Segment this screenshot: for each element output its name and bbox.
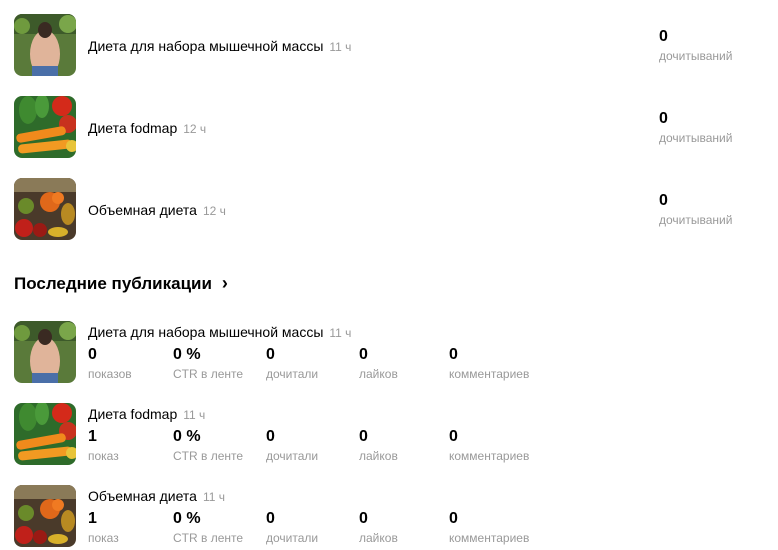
stat-value: 0	[359, 510, 368, 527]
reads-label: дочитываний	[659, 213, 733, 227]
stat-value: 0	[449, 346, 458, 363]
stat-likes: 0 лайков	[359, 346, 398, 382]
stat-label: показ	[88, 531, 119, 545]
top-article-row[interactable]: Объемная диета 12 ч 0 дочитываний	[14, 178, 764, 242]
publication-title-line[interactable]: Объемная диета 11 ч	[88, 488, 225, 504]
stat-impressions: 1 показ	[88, 428, 119, 464]
stat-value: 0	[449, 510, 458, 527]
top-article-row[interactable]: Диета для набора мышечной массы 11 ч 0 до…	[14, 14, 764, 78]
stat-label: лайков	[359, 367, 398, 381]
article-thumbnail[interactable]	[14, 14, 76, 76]
vegetables-photo-image	[14, 96, 76, 158]
stat-label: комментариев	[449, 531, 530, 545]
publication-row[interactable]: Объемная диета 11 ч 1 показ 0 % CTR в ленте…	[14, 485, 764, 549]
stat-label: дочитали	[266, 367, 319, 381]
publication-age: 11 ч	[329, 326, 352, 340]
stat-label: CTR в ленте	[173, 449, 244, 463]
top-article-row[interactable]: Диета fodmap 12 ч 0 дочитываний	[14, 96, 764, 160]
stat-read-through: 0 дочитали	[266, 428, 318, 464]
stat-read-through: 0 дочитали	[266, 510, 318, 546]
stat-comments: 0 комментариев	[449, 346, 529, 382]
reads-label: дочитываний	[659, 131, 733, 145]
stat-comments: 0 комментариев	[449, 510, 529, 546]
stat-value: 0 %	[173, 346, 201, 363]
stat-ctr: 0 % CTR в ленте	[173, 428, 243, 464]
stat-label: CTR в ленте	[173, 367, 244, 381]
reads-stat: 0 дочитываний	[659, 28, 732, 64]
article-age: 12 ч	[183, 122, 207, 136]
article-thumbnail[interactable]	[14, 96, 76, 158]
publication-age: 11 ч	[183, 408, 206, 422]
stat-label: комментариев	[449, 367, 530, 381]
stat-ctr: 0 % CTR в ленте	[173, 510, 243, 546]
stat-value: 0	[266, 510, 275, 527]
stat-value: 1	[88, 428, 97, 445]
recent-publications-header[interactable]: Последние публикации ›	[14, 274, 228, 294]
publication-title-line[interactable]: Диета fodmap 11 ч	[88, 406, 205, 422]
publication-thumbnail[interactable]	[14, 403, 76, 465]
stat-value: 0	[359, 346, 368, 363]
article-age: 11 ч	[329, 40, 352, 54]
stat-label: CTR в ленте	[173, 531, 244, 545]
stat-value: 0 %	[173, 510, 201, 527]
stat-impressions: 0 показов	[88, 346, 132, 382]
back-photo-image	[14, 321, 76, 383]
publication-title-line[interactable]: Диета для набора мышечной массы 11 ч	[88, 324, 351, 340]
publication-title[interactable]: Диета для набора мышечной массы	[88, 324, 323, 340]
publication-row[interactable]: Диета fodmap 11 ч 1 показ 0 % CTR в ленте 0…	[14, 403, 764, 467]
stat-impressions: 1 показ	[88, 510, 119, 546]
stat-value: 0	[359, 428, 368, 445]
stat-value: 1	[88, 510, 97, 527]
stat-likes: 0 лайков	[359, 510, 398, 546]
produce-photo-image	[14, 485, 76, 547]
reads-stat: 0 дочитываний	[659, 192, 732, 228]
publication-row[interactable]: Диета для набора мышечной массы 11 ч 0 пок…	[14, 321, 764, 385]
article-title[interactable]: Объемная диета	[88, 202, 197, 218]
stat-comments: 0 комментариев	[449, 428, 529, 464]
article-thumbnail[interactable]	[14, 178, 76, 240]
reads-value: 0	[659, 192, 668, 209]
back-photo-image	[14, 14, 76, 76]
chevron-right-icon[interactable]: ›	[222, 274, 228, 292]
stat-label: лайков	[359, 531, 398, 545]
stat-label: дочитали	[266, 449, 319, 463]
stat-value: 0	[449, 428, 458, 445]
publication-title[interactable]: Объемная диета	[88, 488, 197, 504]
produce-photo-image	[14, 178, 76, 240]
reads-value: 0	[659, 110, 668, 127]
stat-label: дочитали	[266, 531, 319, 545]
stat-value: 0 %	[173, 428, 201, 445]
article-age: 12 ч	[202, 204, 226, 218]
article-title-line[interactable]: Объемная диета 12 ч	[88, 202, 226, 218]
stat-label: комментариев	[449, 449, 530, 463]
stat-label: показ	[88, 449, 119, 463]
reads-value: 0	[659, 28, 668, 45]
stat-ctr: 0 % CTR в ленте	[173, 346, 243, 382]
stat-value: 0	[88, 346, 97, 363]
reads-stat: 0 дочитываний	[659, 110, 732, 146]
article-title[interactable]: Диета fodmap	[88, 120, 177, 136]
article-title[interactable]: Диета для набора мышечной массы	[88, 38, 323, 54]
article-title-line[interactable]: Диета fodmap 12 ч	[88, 120, 206, 136]
publication-thumbnail[interactable]	[14, 321, 76, 383]
stat-value: 0	[266, 346, 275, 363]
article-title-line[interactable]: Диета для набора мышечной массы 11 ч	[88, 38, 351, 54]
vegetables-photo-image	[14, 403, 76, 465]
stat-value: 0	[266, 428, 275, 445]
reads-label: дочитываний	[659, 49, 733, 63]
stat-label: показов	[88, 367, 132, 381]
publication-title[interactable]: Диета fodmap	[88, 406, 177, 422]
stat-read-through: 0 дочитали	[266, 346, 318, 382]
publication-age: 11 ч	[202, 490, 225, 504]
section-title[interactable]: Последние публикации	[14, 274, 212, 294]
stat-label: лайков	[359, 449, 398, 463]
publication-thumbnail[interactable]	[14, 485, 76, 547]
stat-likes: 0 лайков	[359, 428, 398, 464]
